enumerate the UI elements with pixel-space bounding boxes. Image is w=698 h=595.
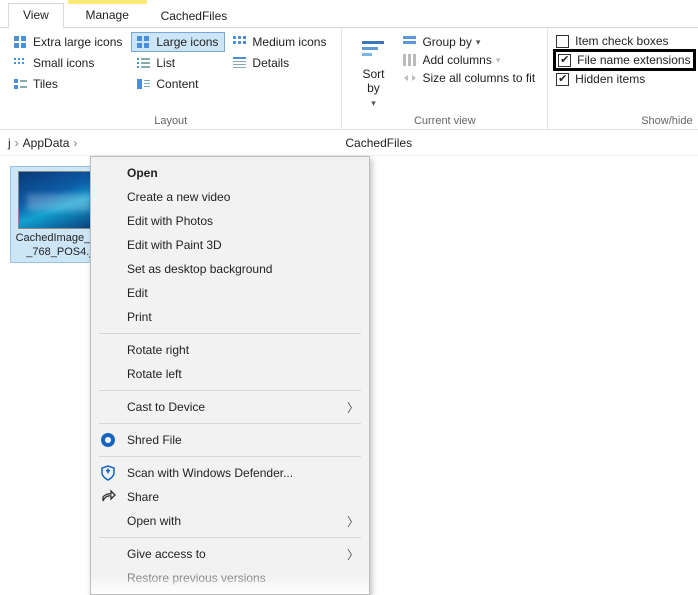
group-label-show-hide: Show/hide (556, 113, 692, 127)
image-thumbnail (18, 171, 100, 229)
breadcrumb-item[interactable]: j (8, 136, 11, 150)
checkbox-checked-icon: ✔ (556, 73, 569, 86)
group-icon (402, 35, 418, 49)
menu-separator (99, 333, 361, 334)
item-check-boxes-checkbox[interactable]: Item check boxes (556, 34, 692, 48)
layout-views: Extra large icons Large icons Medium ico… (8, 32, 333, 94)
dots-icon (13, 56, 29, 70)
sort-icon (358, 36, 388, 66)
sort-by-button[interactable]: Sort by ▾ (350, 32, 396, 109)
view-list[interactable]: List (131, 53, 225, 73)
menu-share[interactable]: Share (91, 485, 369, 509)
content-icon (136, 77, 152, 91)
squares-icon (136, 35, 152, 49)
list-icon (136, 56, 152, 70)
details-icon (232, 56, 248, 70)
group-label-current-view: Current view (350, 113, 539, 127)
group-label-layout: Layout (8, 113, 333, 127)
window-title: CachedFiles (149, 4, 240, 27)
checkbox-icon (556, 35, 569, 48)
chevron-right-icon: 〉 (347, 513, 359, 530)
menu-separator (99, 456, 361, 457)
context-menu: Open Create a new video Edit with Photos… (90, 156, 370, 595)
chevron-down-icon: ▾ (496, 55, 501, 66)
menu-shred-file[interactable]: Shred File (91, 428, 369, 452)
view-details[interactable]: Details (227, 53, 333, 73)
breadcrumb-item[interactable]: AppData (23, 136, 70, 150)
menu-open[interactable]: Open (91, 161, 369, 185)
group-by-button[interactable]: Group by ▾ (398, 34, 539, 50)
chevron-right-icon: › (15, 136, 19, 150)
add-columns-button[interactable]: Add columns ▾ (398, 52, 539, 68)
shred-icon (99, 431, 117, 449)
menu-edit-with-photos[interactable]: Edit with Photos (91, 209, 369, 233)
size-columns-button[interactable]: Size all columns to fit (398, 70, 539, 86)
columns-icon (402, 53, 418, 67)
view-tiles[interactable]: Tiles (8, 74, 129, 94)
view-medium-icons[interactable]: Medium icons (227, 32, 333, 52)
squares-icon (13, 35, 29, 49)
view-small-icons[interactable]: Small icons (8, 53, 129, 73)
view-extra-large-icons[interactable]: Extra large icons (8, 32, 129, 52)
ribbon-body: Extra large icons Large icons Medium ico… (0, 28, 698, 130)
tiles-icon (13, 77, 29, 91)
ribbon-tab-row: View Picture Tools Manage CachedFiles (0, 0, 698, 28)
breadcrumb[interactable]: j › AppData › CachedFiles (0, 130, 698, 156)
chevron-down-icon: ▾ (476, 37, 481, 48)
view-large-icons[interactable]: Large icons (131, 32, 225, 52)
menu-give-access-to[interactable]: Give access to〉 (91, 542, 369, 566)
fit-icon (402, 71, 418, 85)
menu-separator (99, 390, 361, 391)
breadcrumb-item[interactable]: CachedFiles (345, 136, 412, 150)
menu-set-desktop-background[interactable]: Set as desktop background (91, 257, 369, 281)
menu-open-with[interactable]: Open with〉 (91, 509, 369, 533)
menu-print[interactable]: Print (91, 305, 369, 329)
chevron-down-icon: ▾ (371, 98, 376, 109)
checkbox-checked-icon: ✔ (558, 54, 571, 67)
menu-restore-previous-versions[interactable]: Restore previous versions (91, 566, 369, 590)
shield-icon (99, 464, 117, 482)
menu-rotate-right[interactable]: Rotate right (91, 338, 369, 362)
file-name-extensions-checkbox[interactable]: ✔ File name extensions (558, 53, 690, 67)
view-content[interactable]: Content (131, 74, 225, 94)
tab-view[interactable]: View (8, 3, 64, 28)
chevron-right-icon: 〉 (347, 546, 359, 563)
menu-cast-to-device[interactable]: Cast to Device〉 (91, 395, 369, 419)
hidden-items-checkbox[interactable]: ✔ Hidden items (556, 72, 692, 86)
share-icon (99, 488, 117, 506)
menu-separator (99, 423, 361, 424)
chevron-right-icon: › (73, 136, 77, 150)
menu-scan-defender[interactable]: Scan with Windows Defender... (91, 461, 369, 485)
menu-rotate-left[interactable]: Rotate left (91, 362, 369, 386)
menu-create-new-video[interactable]: Create a new video (91, 185, 369, 209)
menu-edit-with-paint3d[interactable]: Edit with Paint 3D (91, 233, 369, 257)
chevron-right-icon: 〉 (347, 399, 359, 416)
tab-manage[interactable]: Manage (72, 4, 143, 27)
menu-edit[interactable]: Edit (91, 281, 369, 305)
grid-icon (232, 35, 248, 49)
menu-separator (99, 537, 361, 538)
